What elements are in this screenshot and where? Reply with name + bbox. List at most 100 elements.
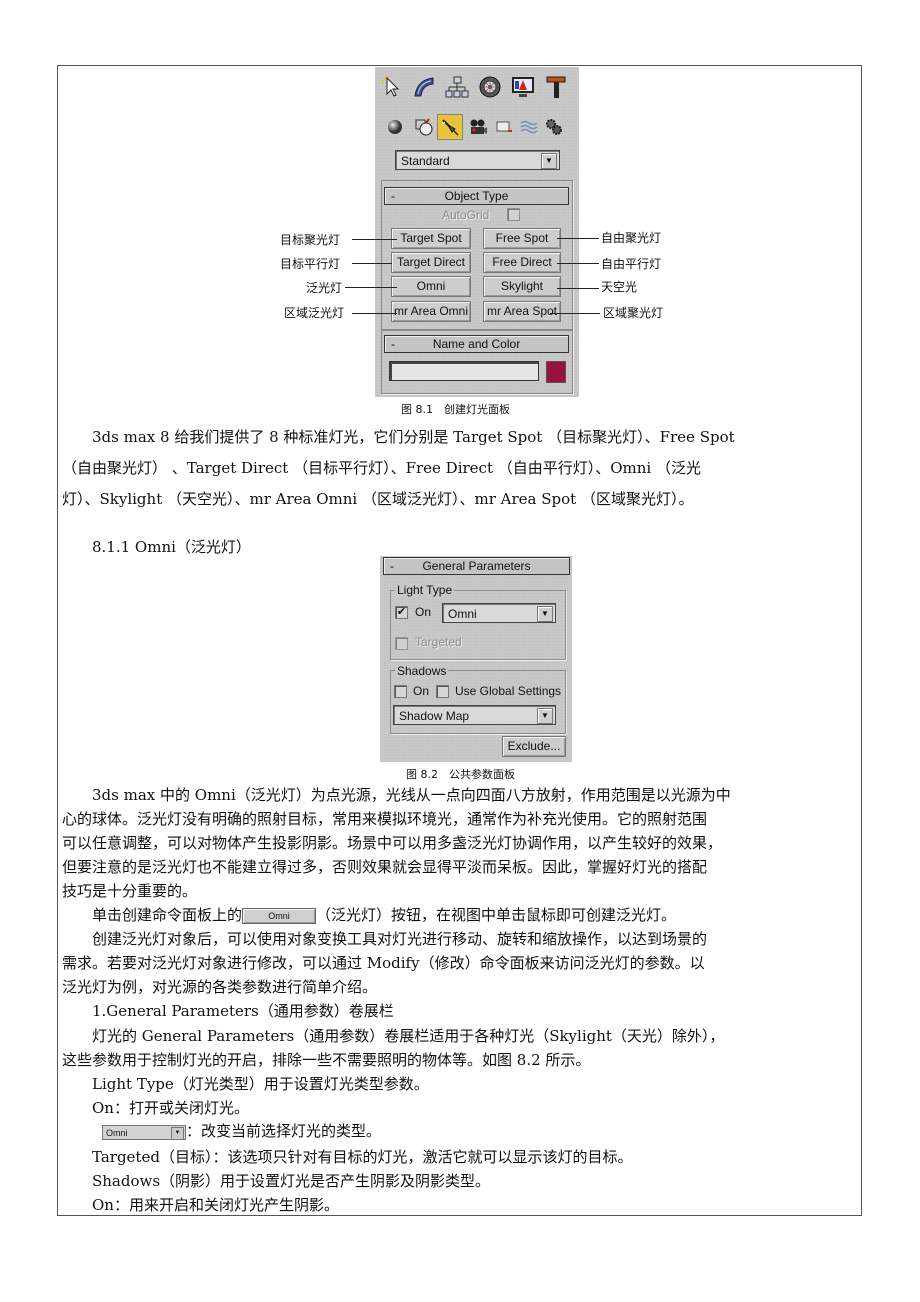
body-line: Light Type（灯光类型）用于设置灯光类型参数。 [62,1075,429,1093]
general-parameters-header[interactable]: - General Parameters [383,557,570,575]
exclude-button[interactable]: Exclude... [502,736,566,757]
omni-button[interactable]: Omni [391,276,471,297]
inline-omni-button[interactable]: Omni [242,908,317,924]
text-after: ：改变当前选择灯光的类型。 [186,1122,382,1140]
geometry-category[interactable] [384,116,406,138]
body-line: 泛光灯为例，对光源的各类参数进行简单介绍。 [62,978,378,996]
annotation-free-direct: 自由平行灯 [601,257,662,271]
leader-line [352,313,397,314]
autogrid-checkbox[interactable] [507,208,520,221]
hierarchy-tab[interactable] [442,73,472,101]
leader-line [557,263,599,264]
body-line: 可以任意调整，可以对物体产生投影阴影。场景中可以用多盏泛光灯协调作用，以产生较好… [62,834,723,852]
utilities-tab[interactable] [541,73,571,101]
leader-line [345,287,397,288]
free-spot-button[interactable]: Free Spot [483,228,561,249]
annotation-target-direct: 目标平行灯 [280,257,341,271]
helpers-category[interactable] [493,116,515,138]
systems-category[interactable] [543,116,565,138]
dropdown-value: Omni [106,1127,128,1138]
modify-tab[interactable] [409,73,439,101]
dropdown-value: Standard [401,154,450,168]
body-line: Targeted（目标）：该选项只针对有目标的灯光，激活它就可以显示该灯的目标。 [62,1148,633,1166]
object-type-header[interactable]: - Object Type [384,187,569,205]
figure-caption: 图 8.1 创建灯光面板 [401,403,510,416]
collapse-toggle: - [391,337,395,351]
light-type-category-dropdown[interactable]: Standard ▼ [395,150,560,170]
shadow-type-dropdown[interactable]: Shadow Map ▼ [393,705,556,725]
create-tab[interactable] [378,73,408,101]
body-line: 创建泛光灯对象后，可以使用对象变换工具对灯光进行移动、旋转和缩放操作，以达到场景… [62,930,708,948]
shapes-icon [415,118,433,136]
inline-light-type-dropdown[interactable]: Omni ▼ [102,1124,186,1140]
body-line: Shadows（阴影）用于设置灯光是否产生阴影及阴影类型。 [62,1172,491,1190]
object-color-swatch[interactable] [546,361,566,383]
shapes-category[interactable] [413,116,435,138]
collapse-toggle: - [390,559,394,573]
lights-category[interactable] [437,114,463,140]
intro-line: 3ds max 8 给我们提供了 8 种标准灯光，它们分别是 Target Sp… [62,428,735,446]
mr-area-omni-button[interactable]: mr Area Omni [391,301,471,322]
name-and-color-header[interactable]: - Name and Color [384,335,569,353]
space-warps-icon [520,120,538,134]
space-warps-category[interactable] [518,116,540,138]
leader-line [557,288,599,289]
light-on-checkbox[interactable]: ✔ [395,606,408,619]
object-name-input[interactable] [389,361,539,381]
general-parameters-panel: - General Parameters Light Type ✔ On Omn… [380,556,572,762]
dropdown-value: Omni [448,607,477,621]
light-type-group-label: Light Type [395,583,455,597]
motion-icon [479,76,501,98]
leader-line [550,313,600,314]
target-direct-button[interactable]: Target Direct [391,252,471,273]
autogrid-label: AutoGrid [442,208,490,222]
display-tab[interactable] [508,73,538,101]
targeted-checkbox[interactable] [395,637,408,650]
chevron-down-icon: ▼ [537,708,553,724]
annotation-mr-area-spot: 区域聚光灯 [603,306,664,320]
lights-icon [441,119,459,136]
shadows-on-checkbox[interactable] [394,685,407,698]
light-type-group [390,590,566,660]
hierarchy-icon [445,76,469,98]
intro-line: 灯）、Skylight （天空光）、mr Area Omni （区域泛光灯）、m… [62,490,694,508]
intro-line: （自由聚光灯） 、Target Direct （目标平行灯）、Free Dire… [62,459,701,477]
chevron-down-icon: ▼ [541,153,557,169]
subsection-heading: 1.General Parameters（通用参数）卷展栏 [62,1002,394,1020]
body-line: 3ds max 中的 Omni（泛光灯）为点光源，光线从一点向四面八方放射，作用… [62,786,731,804]
rollout-title: General Parameters [422,559,531,573]
motion-tab[interactable] [475,73,505,101]
annotation-skylight: 天空光 [601,280,638,294]
section-heading: 8.1.1 Omni（泛光灯） [62,538,251,556]
use-global-settings-checkbox[interactable] [436,685,449,698]
light-on-label: On [415,605,432,619]
click-instruction-line: 单击创建命令面板上的 Omni （泛光灯）按钮，在视图中单击鼠标即可创建泛光灯。 [62,906,676,924]
target-spot-button[interactable]: Target Spot [391,228,471,249]
body-line: 需求。若要对泛光灯对象进行修改，可以通过 Modify（修改）命令面板来访问泛光… [62,954,705,972]
leader-line [352,263,392,264]
figure-caption: 图 8.2 公共参数面板 [406,768,515,781]
cameras-icon [470,119,487,134]
light-type-dropdown[interactable]: Omni ▼ [442,603,556,623]
dropdown-value: Shadow Map [399,709,470,723]
chevron-down-icon: ▼ [171,1126,184,1140]
rollout-title: Object Type [444,189,509,203]
skylight-button[interactable]: Skylight [483,276,561,297]
modify-icon [414,77,434,97]
annotation-target-spot: 目标聚光灯 [280,233,341,247]
use-global-settings-label: Use Global Settings [455,684,562,698]
mr-area-spot-button[interactable]: mr Area Spot [483,301,561,322]
body-line: 这些参数用于控制灯光的开启，排除一些不需要照明的物体等。如图 8.2 所示。 [62,1051,591,1069]
helpers-icon [496,121,512,132]
create-icon [382,75,400,97]
text-after: （泛光灯）按钮，在视图中单击鼠标即可创建泛光灯。 [316,906,677,924]
body-line: 灯光的 General Parameters（通用参数）卷展栏适用于各种灯光（S… [62,1027,725,1045]
cameras-category[interactable] [467,116,489,138]
leader-line [557,238,599,239]
targeted-label: Targeted [415,635,462,649]
body-line: 但要注意的是泛光灯也不能建立得过多，否则效果就会显得平淡而呆板。因此，掌握好灯光… [62,858,708,876]
free-direct-button[interactable]: Free Direct [483,252,561,273]
rollout-title: Name and Color [432,337,521,351]
body-line: On：打开或关闭灯光。 [62,1099,249,1117]
geometry-icon [388,120,402,134]
